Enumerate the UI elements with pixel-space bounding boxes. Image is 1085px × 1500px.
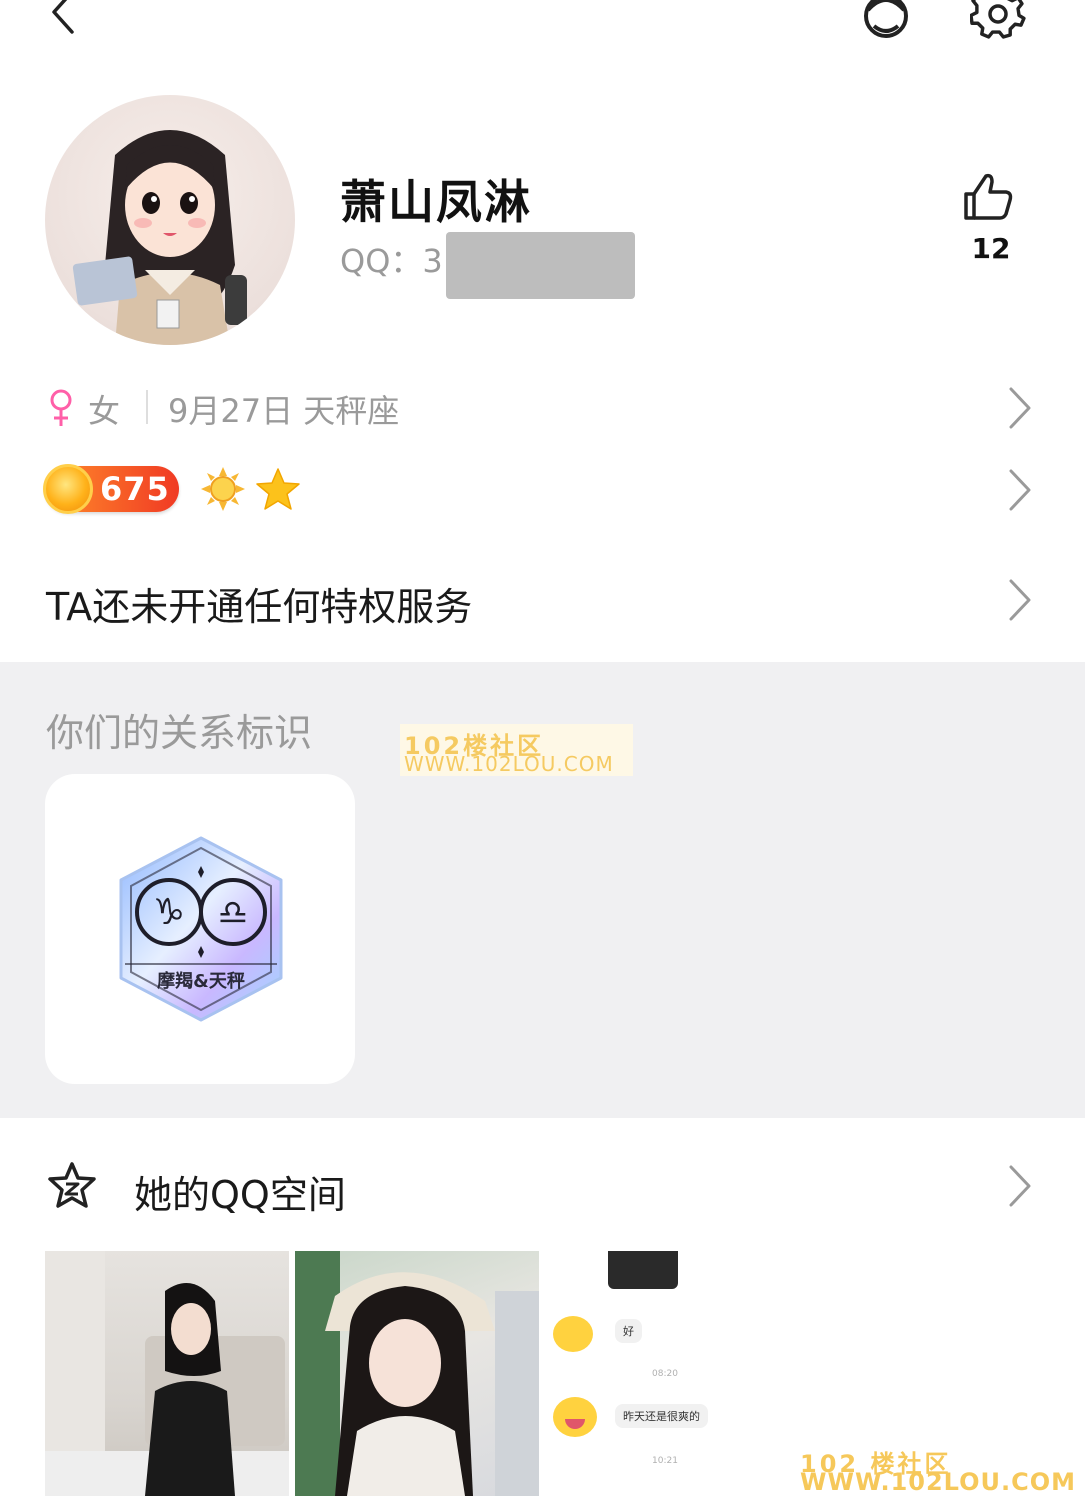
like-count[interactable]: 12 xyxy=(950,232,1032,265)
top-bar xyxy=(0,0,1085,60)
chevron-right-icon xyxy=(1009,579,1031,621)
qzone-photo-1[interactable] xyxy=(45,1251,289,1496)
watermark: 102楼社区 WWW.102LOU.COM xyxy=(400,724,633,776)
star-icon xyxy=(256,468,300,510)
chevron-right-icon xyxy=(1009,1165,1031,1207)
qzone-photo-2[interactable] xyxy=(295,1251,539,1496)
zodiac-badge-icon: ♑ ♎ xyxy=(119,836,283,1022)
watermark-line2: WWW.102LOU.COM xyxy=(404,752,614,776)
basic-info-row[interactable]: 女 9月27日 天秤座 xyxy=(0,380,1085,436)
photo-2-image xyxy=(295,1251,539,1496)
female-icon xyxy=(50,389,72,426)
qq-number: QQ：3 xyxy=(340,242,443,280)
outfit-icon[interactable] xyxy=(858,0,914,40)
privilege-row[interactable]: TA还未开通任何特权服务 xyxy=(0,570,1085,630)
gender-text: 女 xyxy=(88,392,121,430)
nickname: 萧山凤淋 xyxy=(340,175,532,229)
chat-image-thumb xyxy=(608,1251,678,1289)
level-coin-icon xyxy=(43,464,93,514)
emoji-avatar-icon xyxy=(553,1316,593,1352)
chevron-right-icon xyxy=(1009,469,1031,511)
emoji-avatar-icon xyxy=(553,1397,597,1437)
gear-icon[interactable] xyxy=(970,0,1026,40)
qzone-photo-3[interactable]: 好 08:20 昨天还是很爽的 10:21 xyxy=(545,1251,790,1496)
relation-section: 你们的关系标识 102楼社区 WWW.102LOU.COM ♑ ♎ 摩羯&天秤 xyxy=(0,662,1085,1118)
qzone-star-icon xyxy=(48,1162,96,1208)
relation-title: 你们的关系标识 xyxy=(46,711,313,755)
avatar[interactable] xyxy=(45,95,295,345)
level-row[interactable]: 675 xyxy=(0,462,1085,518)
chevron-right-icon xyxy=(1009,387,1031,429)
chat-message-2: 昨天还是很爽的 xyxy=(615,1404,708,1428)
svg-text:♑: ♑ xyxy=(153,892,185,933)
chat-time-2: 10:21 xyxy=(652,1456,678,1466)
qzone-row[interactable]: 她的QQ空间 xyxy=(0,1158,1085,1217)
sun-icon xyxy=(201,467,245,511)
zodiac-badge-label: 摩羯&天秤 xyxy=(157,971,245,992)
relation-badge-card[interactable]: ♑ ♎ 摩羯&天秤 xyxy=(45,774,355,1084)
chat-time-1: 08:20 xyxy=(652,1369,678,1379)
avatar-illustration xyxy=(72,130,247,345)
watermark-bottom-line2: WWW.102LOU.COM xyxy=(800,1468,1077,1496)
chat-message-1: 好 xyxy=(615,1319,642,1343)
back-arrow-icon[interactable] xyxy=(40,0,88,36)
birthday-text: 9月27日 天秤座 xyxy=(168,392,400,430)
privilege-text: TA还未开通任何特权服务 xyxy=(46,585,473,629)
level-value: 675 xyxy=(100,470,170,508)
thumbs-up-icon[interactable] xyxy=(960,172,1022,222)
divider xyxy=(146,390,148,424)
qq-redaction xyxy=(446,232,635,299)
photo-1-image xyxy=(45,1251,289,1496)
level-badge: 675 xyxy=(43,464,179,514)
qzone-title: 她的QQ空间 xyxy=(134,1173,346,1217)
svg-text:♎: ♎ xyxy=(218,893,248,933)
